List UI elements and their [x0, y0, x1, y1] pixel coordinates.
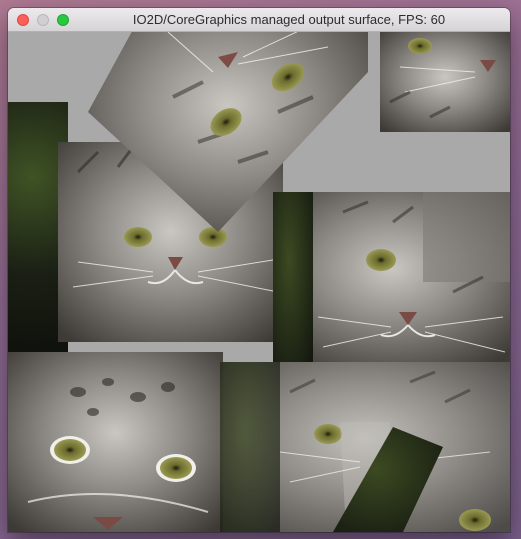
title-bar[interactable]: IO2D/CoreGraphics managed output surface… — [8, 8, 510, 32]
tile-dark-bottom-wedge — [333, 427, 443, 532]
tile-cat-face-top-right — [380, 32, 510, 132]
tile-cat-face-middle-right — [273, 192, 510, 362]
tile-cat-eyes-bottom-left — [8, 352, 223, 532]
output-surface — [8, 32, 510, 532]
zoom-button[interactable] — [57, 14, 69, 26]
minimize-button[interactable] — [37, 14, 49, 26]
close-button[interactable] — [17, 14, 29, 26]
window-title: IO2D/CoreGraphics managed output surface… — [132, 12, 446, 27]
app-window: IO2D/CoreGraphics managed output surface… — [8, 8, 510, 532]
